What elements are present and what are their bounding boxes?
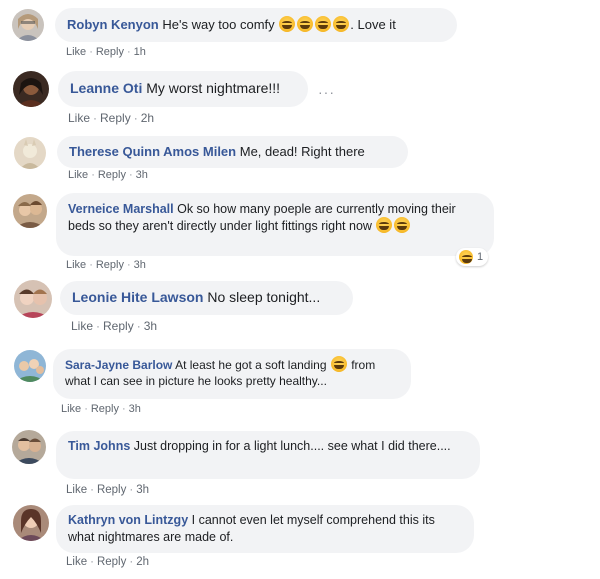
comment-text: Just dropping in for a light lunch.... s…	[133, 439, 451, 453]
comment-time[interactable]: 2h	[136, 556, 149, 568]
comment-time[interactable]: 3h	[129, 403, 141, 415]
comment-text: Me, dead! Right there	[239, 144, 365, 159]
reply-link[interactable]: Reply	[100, 111, 131, 125]
laughing-emoji-icon	[376, 217, 393, 233]
like-link[interactable]: Like	[66, 46, 86, 58]
like-link[interactable]: Like	[66, 259, 86, 271]
comment-bubble: Kathryn von Lintzgy I cannot even let my…	[56, 505, 474, 553]
like-link[interactable]: Like	[66, 556, 87, 568]
comment-author[interactable]: Leonie Hite Lawson	[72, 289, 203, 305]
reaction-count: 1	[477, 251, 484, 263]
comment-bubble: Sara-Jayne Barlow At least he got a soft…	[53, 349, 411, 399]
reply-link[interactable]: Reply	[97, 556, 126, 568]
laughing-emoji-icon	[279, 16, 296, 32]
comment-actions: Like · Reply · 3h	[61, 403, 141, 415]
comment-text-after: . Love it	[350, 17, 396, 32]
comment-bubble: Verneice Marshall Ok so how many poeple …	[56, 193, 494, 256]
comment-author[interactable]: Sara-Jayne Barlow	[65, 358, 172, 372]
comment-text: No sleep tonight...	[207, 289, 321, 305]
avatar[interactable]	[13, 194, 47, 228]
avatar[interactable]	[14, 350, 46, 382]
avatar[interactable]	[14, 137, 46, 169]
grinning-emoji-icon	[330, 356, 347, 372]
comment-actions: Like · Reply · 3h	[71, 319, 158, 333]
comment-author[interactable]: Verneice Marshall	[68, 202, 174, 216]
comment-time[interactable]: 1h	[134, 46, 146, 58]
comment-actions: Like · Reply · 2h	[66, 556, 149, 568]
comment-bubble: Leonie Hite Lawson No sleep tonight...	[60, 281, 353, 315]
avatar[interactable]	[13, 505, 49, 541]
like-link[interactable]: Like	[68, 169, 88, 181]
reply-link[interactable]: Reply	[91, 403, 119, 415]
comment-time[interactable]: 3h	[136, 169, 148, 181]
comment-author[interactable]: Kathryn von Lintzgy	[68, 513, 188, 527]
comment-time[interactable]: 2h	[141, 111, 154, 125]
laughing-emoji-icon	[315, 16, 332, 32]
reply-link[interactable]: Reply	[96, 259, 124, 271]
like-link[interactable]: Like	[71, 319, 93, 333]
comment-actions: Like · Reply · 3h	[66, 259, 146, 271]
more-options-icon[interactable]: ···	[318, 84, 335, 100]
comment-time[interactable]: 3h	[134, 259, 146, 271]
avatar[interactable]	[12, 430, 46, 464]
comment-author[interactable]: Leanne Oti	[70, 80, 142, 96]
comment-time[interactable]: 3h	[144, 319, 157, 333]
comment-text: My worst nightmare!!!	[146, 80, 281, 96]
comment-bubble: Robyn Kenyon He's way too comfy . Love i…	[55, 8, 457, 42]
avatar[interactable]	[12, 9, 44, 41]
like-link[interactable]: Like	[61, 403, 81, 415]
comment-bubble: Therese Quinn Amos Milen Me, dead! Right…	[57, 136, 408, 168]
like-link[interactable]: Like	[68, 111, 90, 125]
comment-text: At least he got a soft landing	[175, 358, 327, 372]
comment-time[interactable]: 3h	[136, 484, 149, 496]
reply-link[interactable]: Reply	[97, 484, 126, 496]
reaction-count-badge[interactable]: 1	[456, 248, 489, 266]
laughing-emoji-icon	[297, 16, 314, 32]
like-link[interactable]: Like	[66, 484, 87, 496]
comment-actions: Like · Reply · 3h	[68, 169, 148, 181]
comment-actions: Like · Reply · 1h	[66, 46, 146, 58]
comment-author[interactable]: Tim Johns	[68, 439, 130, 453]
laughing-emoji-icon	[394, 217, 411, 233]
avatar[interactable]	[14, 280, 52, 318]
reply-link[interactable]: Reply	[98, 169, 126, 181]
reply-link[interactable]: Reply	[103, 319, 134, 333]
comment-bubble: Tim Johns Just dropping in for a light l…	[56, 431, 480, 479]
comment-actions: Like · Reply · 3h	[66, 484, 149, 496]
laughing-emoji-icon	[459, 250, 473, 264]
reply-link[interactable]: Reply	[96, 46, 124, 58]
avatar[interactable]	[13, 71, 49, 107]
comment-author[interactable]: Robyn Kenyon	[67, 17, 159, 32]
comment-author[interactable]: Therese Quinn Amos Milen	[69, 144, 236, 159]
comment-bubble: Leanne Oti My worst nightmare!!!	[58, 71, 308, 107]
comment-actions: Like · Reply · 2h	[68, 111, 155, 125]
laughing-emoji-icon	[333, 16, 350, 32]
comment-text: He's way too comfy	[162, 17, 275, 32]
